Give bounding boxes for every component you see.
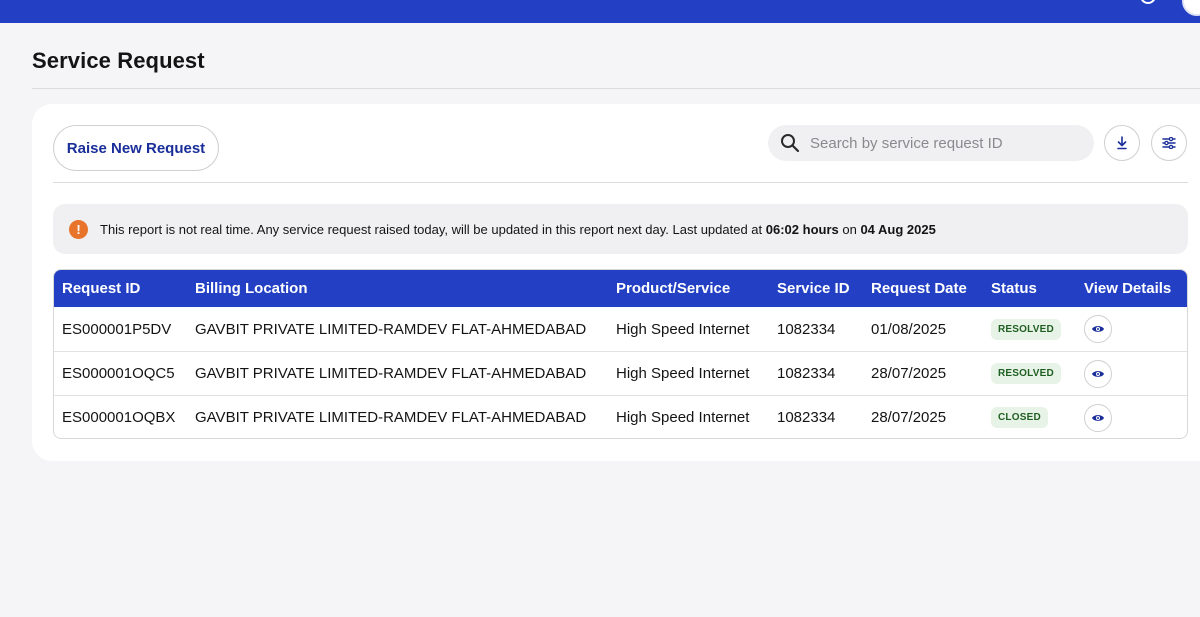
column-header-view-details: View Details (1084, 280, 1172, 297)
eye-icon (1092, 370, 1104, 377)
service-request-table: Request ID Billing Location Product/Serv… (53, 269, 1188, 439)
avatar[interactable] (1182, 0, 1200, 16)
view-details-cell (1084, 307, 1112, 351)
column-header-request-date[interactable]: Request Date (871, 270, 967, 307)
download-button[interactable] (1104, 125, 1140, 161)
raise-new-request-button[interactable]: Raise New Request (53, 125, 219, 171)
billing-location-cell: GAVBIT PRIVATE LIMITED-RAMDEV FLAT-AHMED… (195, 409, 587, 426)
download-icon (1117, 136, 1127, 150)
product-cell: High Speed Internet (616, 409, 750, 426)
eye-icon (1092, 326, 1104, 332)
view-details-cell (1084, 396, 1112, 438)
search-input[interactable] (810, 125, 1086, 161)
status-cell: CLOSED (991, 396, 1048, 438)
product-cell: High Speed Internet (616, 320, 750, 338)
eye-icon (1092, 414, 1104, 421)
table-row[interactable]: ES000001OQBX GAVBIT PRIVATE LIMITED-RAMD… (54, 395, 1187, 438)
status-badge: RESOLVED (991, 318, 1061, 340)
service-id-cell: 1082334 (777, 365, 836, 382)
status-badge: CLOSED (991, 407, 1048, 428)
column-header-service-id[interactable]: Service ID (777, 270, 850, 307)
service-request-card: Raise New Request ! This report is not r… (32, 104, 1200, 461)
notice-text: This report is not real time. Any servic… (100, 222, 936, 237)
notice-text-mid: on (838, 221, 861, 237)
table-row[interactable]: ES000001P5DV GAVBIT PRIVATE LIMITED-RAMD… (54, 307, 1187, 351)
status-cell: RESOLVED (991, 307, 1061, 351)
billing-location-cell: GAVBIT PRIVATE LIMITED-RAMDEV FLAT-AHMED… (195, 320, 587, 338)
notice-date: 04 Aug 2025 (860, 221, 936, 237)
request-date-cell: 28/07/2025 (871, 365, 947, 382)
bell-icon[interactable] (1140, 0, 1156, 4)
view-details-button[interactable] (1084, 315, 1112, 343)
column-header-request-id[interactable]: Request ID (62, 270, 140, 307)
report-notice: ! This report is not real time. Any serv… (53, 204, 1188, 254)
request-date-cell: 28/07/2025 (871, 409, 947, 426)
divider (53, 182, 1188, 183)
search-icon (781, 134, 800, 153)
billing-location-cell: GAVBIT PRIVATE LIMITED-RAMDEV FLAT-AHMED… (195, 365, 587, 382)
notice-time: 06:02 hours (765, 221, 839, 237)
top-nav-bar (0, 0, 1200, 23)
request-id-cell: ES000001P5DV (62, 320, 172, 338)
view-details-button[interactable] (1084, 403, 1112, 432)
request-date-cell: 01/08/2025 (871, 320, 947, 338)
filter-icon (1162, 137, 1176, 149)
request-id-cell: ES000001OQC5 (62, 365, 175, 382)
status-cell: RESOLVED (991, 352, 1061, 395)
table-body: ES000001P5DV GAVBIT PRIVATE LIMITED-RAMD… (54, 307, 1187, 438)
divider (32, 88, 1200, 89)
search-bar[interactable] (768, 125, 1094, 161)
page-title: Service Request (32, 48, 205, 73)
column-header-product-service[interactable]: Product/Service (616, 270, 730, 307)
request-id-cell: ES000001OQBX (62, 409, 176, 426)
column-header-billing-location[interactable]: Billing Location (195, 270, 308, 307)
filter-button[interactable] (1151, 125, 1187, 161)
notice-text-before: This report is not real time. Any servic… (100, 221, 766, 237)
table-row[interactable]: ES000001OQC5 GAVBIT PRIVATE LIMITED-RAMD… (54, 351, 1187, 395)
service-id-cell: 1082334 (777, 409, 836, 426)
column-header-status[interactable]: Status (991, 270, 1037, 307)
status-badge: RESOLVED (991, 363, 1061, 384)
view-details-button[interactable] (1084, 359, 1112, 388)
warning-icon: ! (69, 219, 88, 239)
product-cell: High Speed Internet (616, 365, 750, 382)
service-id-cell: 1082334 (777, 320, 836, 338)
table-header: Request ID Billing Location Product/Serv… (54, 270, 1187, 307)
view-details-cell (1084, 352, 1112, 395)
